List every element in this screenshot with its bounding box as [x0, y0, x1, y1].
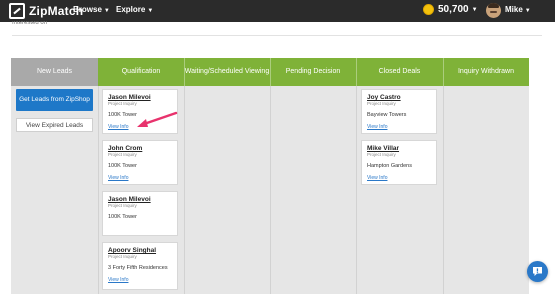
lead-property: Hampton Gardens — [367, 163, 412, 169]
column-header-new-leads: New Leads — [11, 58, 98, 86]
lead-name[interactable]: Mike Villar — [367, 145, 431, 152]
lead-name[interactable]: Apoorv Singhal — [108, 247, 172, 254]
lead-type: Project Inquiry — [367, 101, 396, 106]
column-divider — [98, 86, 99, 294]
lead-name[interactable]: Joy Castro — [367, 94, 431, 101]
lead-type: Project Inquiry — [108, 101, 137, 106]
lead-card[interactable]: Jason Milevoi Project Inquiry 100K Tower — [102, 191, 178, 236]
browse-label: Browse — [73, 5, 102, 14]
lead-name[interactable]: Jason Milevoi — [108, 94, 172, 101]
lead-property: 100K Tower — [108, 214, 137, 220]
lead-property: Bayview Towers — [367, 112, 407, 118]
chevron-down-icon: ▼ — [524, 8, 531, 14]
column-divider — [356, 58, 357, 86]
view-info-link[interactable]: View Info — [367, 124, 431, 130]
coin-value: 50,700 — [438, 4, 469, 15]
column-divider — [184, 58, 185, 86]
annotation-arrow — [137, 111, 178, 127]
view-info-link[interactable]: View Info — [367, 175, 431, 181]
coins-balance[interactable]: 50,700 ▼ — [423, 4, 478, 15]
lead-card[interactable]: Apoorv Singhal Project Inquiry 3 Forty F… — [102, 242, 178, 290]
lead-type: Project Inquiry — [108, 152, 137, 157]
lead-card[interactable]: Mike Villar Project Inquiry Hampton Gard… — [361, 140, 437, 185]
column-header-waiting-viewing: Waiting/Scheduled Viewing — [184, 58, 270, 86]
column-divider — [356, 86, 357, 294]
view-info-link[interactable]: View Info — [108, 175, 172, 181]
get-leads-button[interactable]: Get Leads from ZipShop — [16, 89, 93, 111]
column-divider — [184, 86, 185, 294]
chat-button[interactable] — [527, 261, 548, 282]
column-header-closed-deals: Closed Deals — [356, 58, 443, 86]
column-header-pending-decision: Pending Decision — [270, 58, 356, 86]
top-nav: ZipMatch Browse ▼ Explore ▼ 50,700 ▼ Mike ▼ — [0, 0, 555, 22]
lead-type: Project Inquiry — [367, 152, 396, 157]
column-divider — [443, 58, 444, 86]
lead-name[interactable]: John Crom — [108, 145, 172, 152]
chevron-down-icon: ▼ — [471, 6, 478, 13]
column-header-inquiry-withdrawn: Inquiry Withdrawn — [443, 58, 529, 86]
column-divider — [270, 86, 271, 294]
lead-card[interactable]: John Crom Project Inquiry 100K Tower Vie… — [102, 140, 178, 185]
divider — [12, 35, 542, 36]
user-menu[interactable]: Mike ▼ — [505, 5, 531, 14]
view-info-link[interactable]: View Info — [108, 277, 172, 283]
column-divider — [443, 86, 444, 294]
chat-icon — [533, 267, 542, 276]
zipmatch-logo-icon — [9, 3, 25, 19]
view-expired-leads-button[interactable]: View Expired Leads — [16, 118, 93, 132]
avatar[interactable] — [486, 3, 501, 18]
user-name: Mike — [505, 5, 523, 14]
lead-name[interactable]: Jason Milevoi — [108, 196, 172, 203]
column-header-qualification: Qualification — [98, 58, 184, 86]
pipeline-board: New Leads Qualification Waiting/Schedule… — [11, 58, 529, 294]
chevron-down-icon: ▼ — [147, 8, 154, 14]
lead-card[interactable]: Joy Castro Project Inquiry Bayview Tower… — [361, 89, 437, 134]
explore-label: Explore — [116, 5, 146, 14]
lead-type: Project Inquiry — [108, 254, 137, 259]
chevron-down-icon: ▼ — [103, 8, 110, 14]
browse-menu[interactable]: Browse ▼ — [73, 5, 110, 14]
explore-menu[interactable]: Explore ▼ — [116, 5, 153, 14]
page-subtitle-cutoff: Interested on — [12, 21, 48, 26]
lead-type: Project Inquiry — [108, 203, 137, 208]
column-divider — [270, 58, 271, 86]
coin-icon — [423, 4, 434, 15]
lead-property: 3 Forty Fifth Residences — [108, 265, 168, 271]
lead-property: 100K Tower — [108, 163, 137, 169]
